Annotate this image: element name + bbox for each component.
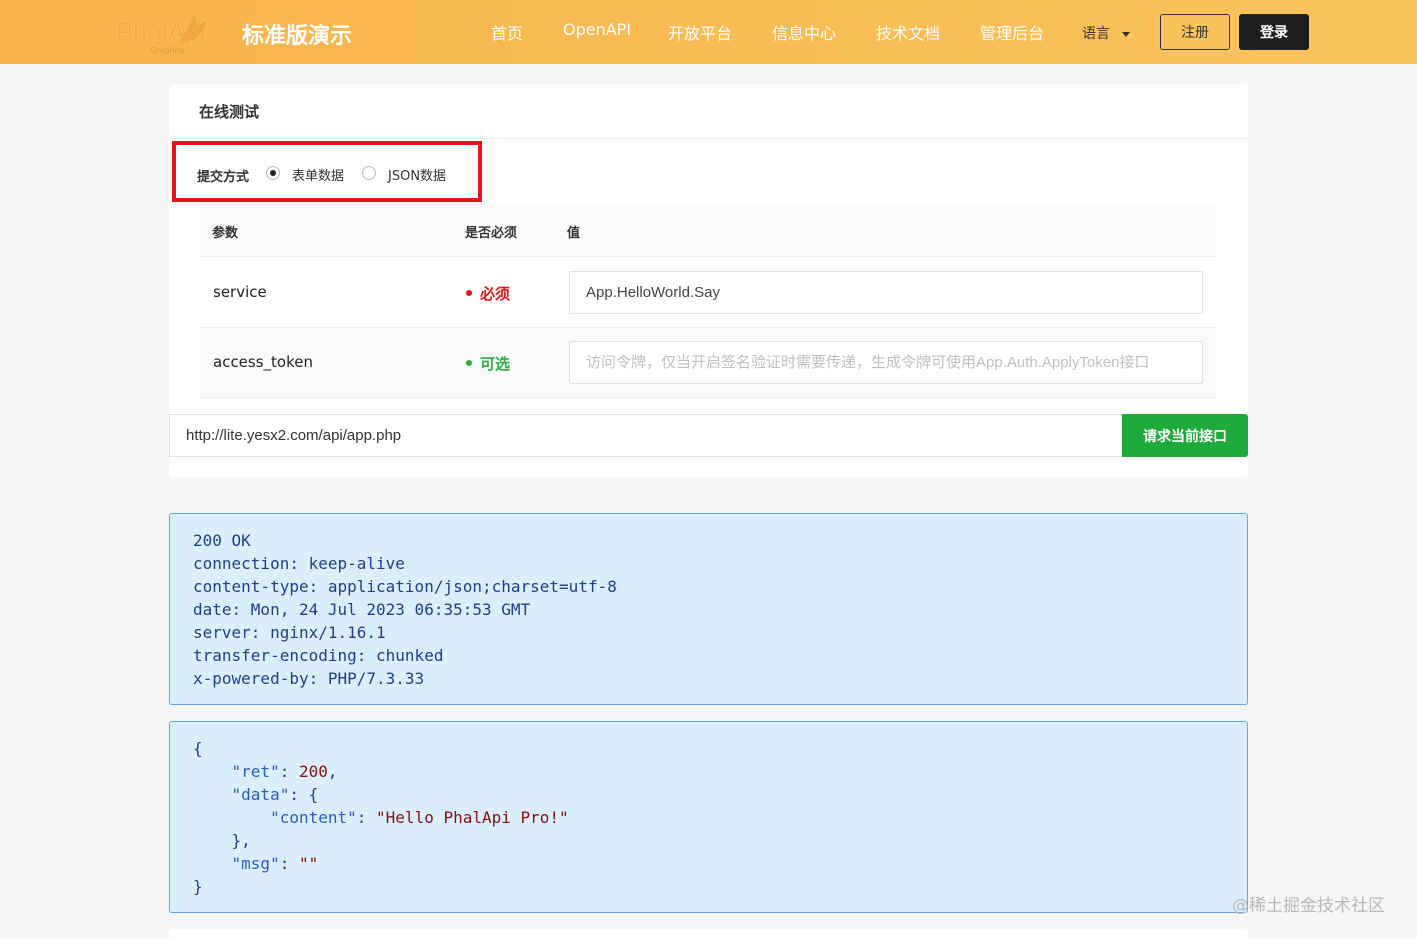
radio-json-data[interactable] [362,166,376,180]
table-header: 参数 是否必须 值 [200,204,1216,257]
nav-openapi[interactable]: OpenAPI [563,20,631,39]
json-line: "data": { [231,785,319,804]
optional-badge: 可选 [466,353,510,374]
language-dropdown[interactable]: 语言 [1082,23,1130,43]
table-row: access_token 可选 [200,328,1216,398]
required-badge: 必须 [466,283,510,304]
header-value: 值 [567,226,581,241]
header-required: 是否必须 [465,226,518,241]
service-input[interactable] [569,271,1203,314]
requirement-text: 可选 [480,355,511,373]
json-line: "content": "Hello PhalApi Pro!" [270,808,569,827]
nav-admin[interactable]: 管理后台 [980,20,1044,44]
caret-down-icon [1122,31,1130,37]
divider [169,138,1248,139]
response-header-line: connection: keep-alive [193,554,405,573]
online-test-card: 在线测试 提交方式 表单数据 JSON数据 参数 是否必须 值 service … [169,84,1248,477]
language-label: 语言 [1082,26,1110,42]
response-header-line: date: Mon, 24 Jul 2023 06:35:53 GMT [193,600,531,619]
api-url-input[interactable] [169,414,1123,457]
response-body-panel: { "ret": 200, "data": { "content": "Hell… [169,721,1248,913]
submit-method-label: 提交方式 [197,170,250,185]
nav-tech-docs[interactable]: 技术文档 [876,20,940,44]
access-token-input[interactable] [569,341,1203,384]
requirement-text: 必须 [480,285,511,303]
login-button[interactable]: 登录 [1239,14,1309,50]
nav-home[interactable]: 首页 [491,20,523,44]
param-name: access_token [213,353,313,371]
watermark: @稀土掘金技术社区 [1232,896,1385,916]
site-title: 标准版演示 [242,24,353,49]
top-header: PhalApi Graphite 标准版演示 首页 OpenAPI 开放平台 信… [0,0,1417,64]
response-header-line: x-powered-by: PHP/7.3.33 [193,669,425,688]
response-header-line: transfer-encoding: chunked [193,646,444,665]
request-api-button[interactable]: 请求当前接口 [1122,414,1248,457]
register-button[interactable]: 注册 [1160,14,1230,50]
card-title: 在线测试 [199,103,260,121]
json-line: }, [231,831,251,850]
fox-icon [178,14,208,44]
json-line: } [193,877,203,896]
dot-icon [466,289,472,296]
json-line: "ret": 200, [231,762,338,781]
json-line: { [193,739,203,758]
next-card [169,929,1248,939]
response-header-line: server: nginx/1.16.1 [193,623,386,642]
param-name: service [213,283,267,301]
json-line: "msg": "" [231,854,319,873]
response-status: 200 OK [193,531,251,550]
nav-info-center[interactable]: 信息中心 [772,20,836,44]
radio-form-data[interactable] [266,166,280,180]
radio-json-data-label[interactable]: JSON数据 [388,165,446,184]
response-headers-panel: 200 OK connection: keep-alive content-ty… [169,513,1248,705]
header-param: 参数 [212,226,239,241]
logo-subtitle: Graphite [150,46,185,55]
table-row: service 必须 [200,258,1216,328]
dot-icon [466,359,472,366]
nav-open-platform[interactable]: 开放平台 [668,20,732,44]
response-header-line: content-type: application/json;charset=u… [193,577,617,596]
radio-form-data-label[interactable]: 表单数据 [292,165,344,184]
